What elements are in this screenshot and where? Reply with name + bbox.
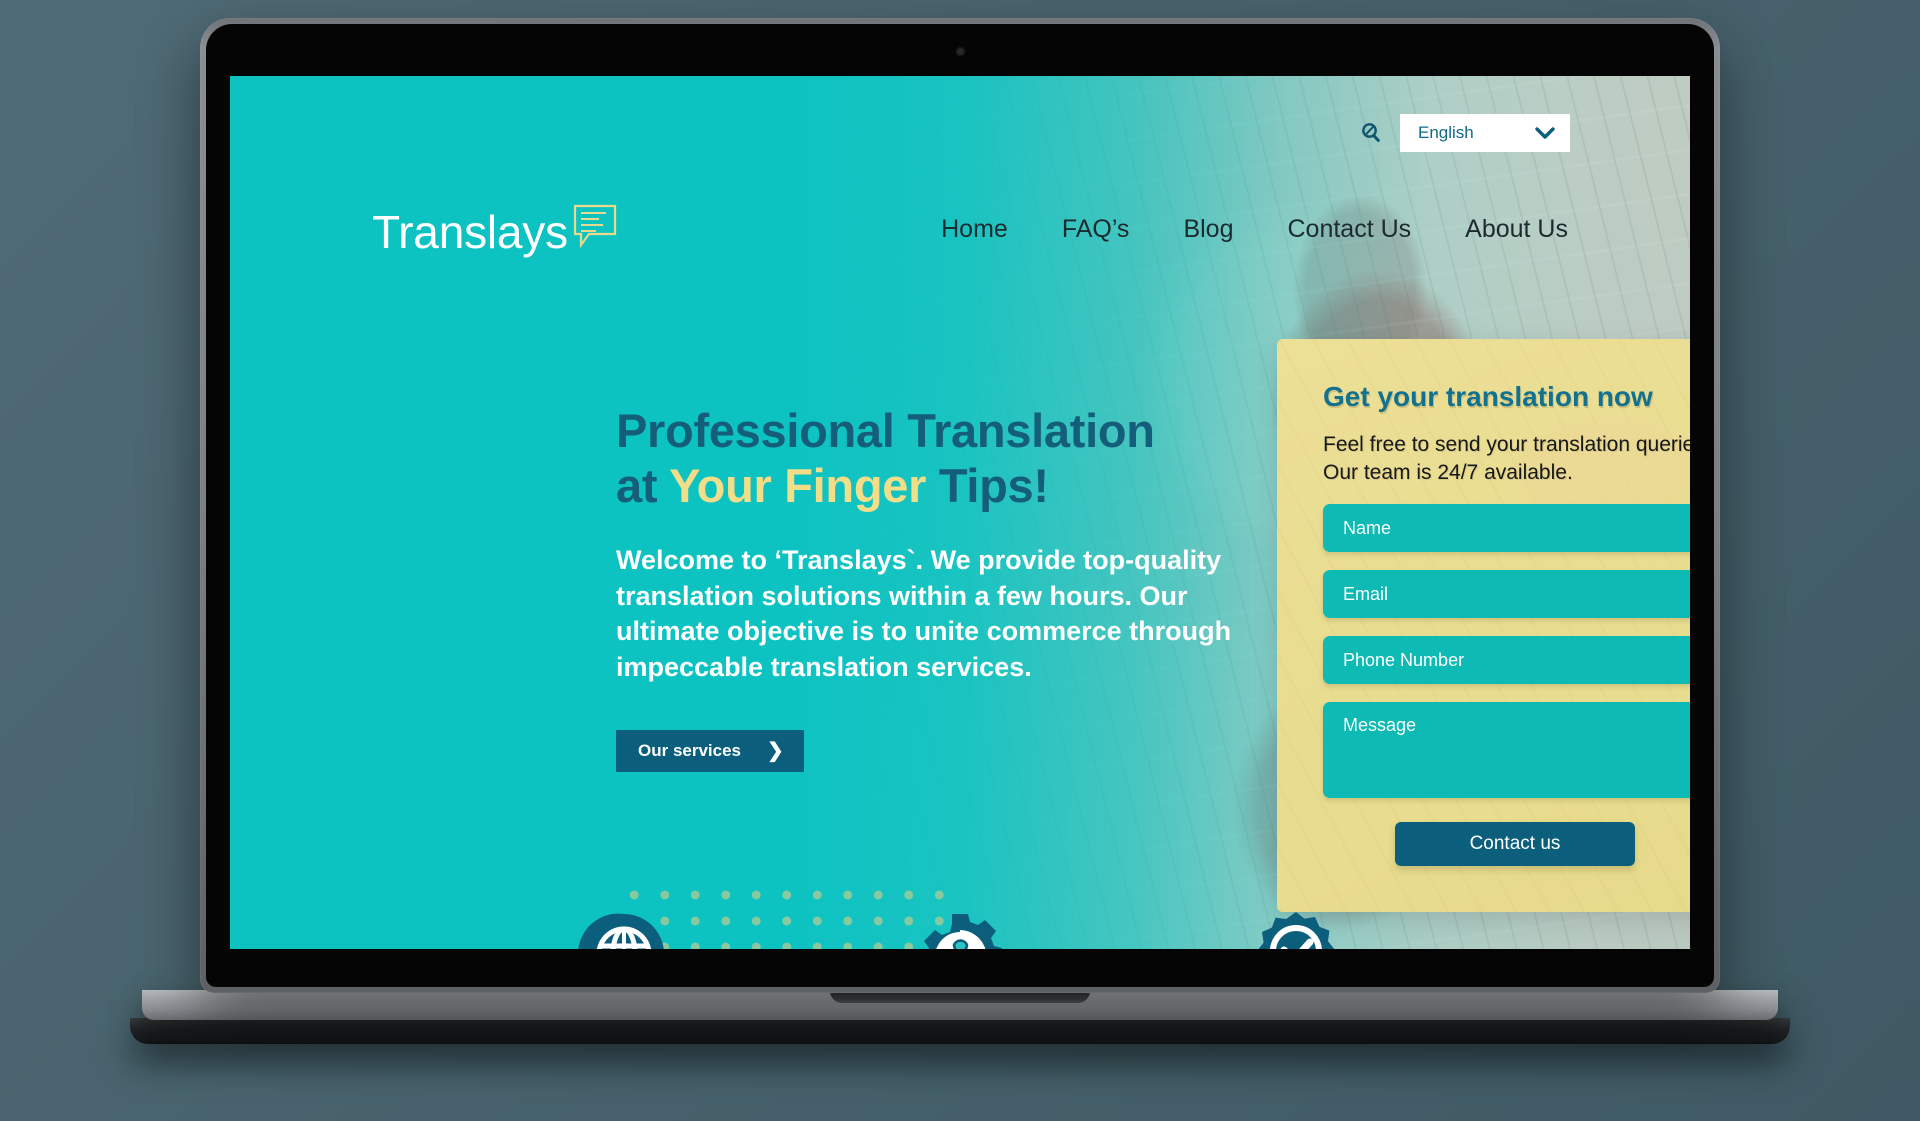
nav-item-home[interactable]: Home xyxy=(941,215,1008,244)
speech-bubble-lines-icon xyxy=(572,204,618,253)
submit-row: Contact us xyxy=(1323,822,1690,867)
hero-body-text: Welcome to ‘Translays`. We provide top-q… xyxy=(616,545,1232,682)
hero-title-line1: Professional Translation xyxy=(616,404,1155,457)
chevron-down-icon xyxy=(1535,127,1555,139)
nav-links: Home FAQ’s Blog Contact Us About Us xyxy=(941,215,1568,244)
hero-section: English Translays Home FAQ’s Blog Contac… xyxy=(230,76,1690,949)
nav-item-about-us[interactable]: About Us xyxy=(1465,215,1568,244)
nav-item-blog[interactable]: Blog xyxy=(1183,215,1233,244)
laptop-lid: English Translays Home FAQ’s Blog Contac… xyxy=(200,18,1720,993)
language-select[interactable]: English xyxy=(1400,114,1570,152)
laptop-bezel: English Translays Home FAQ’s Blog Contac… xyxy=(206,24,1714,987)
our-services-label: Our services xyxy=(638,740,742,760)
gear-lightbulb-network-icon xyxy=(912,910,1008,949)
hero-title-line2-pre: at xyxy=(616,458,670,512)
search-button[interactable] xyxy=(1356,118,1386,148)
utility-bar: English xyxy=(230,110,1690,156)
phone-input[interactable] xyxy=(1323,636,1690,685)
verified-badge-check-icon xyxy=(1248,910,1344,949)
name-input[interactable] xyxy=(1323,504,1690,553)
nav-item-faqs[interactable]: FAQ’s xyxy=(1062,215,1130,244)
message-textarea[interactable] xyxy=(1323,702,1690,799)
search-icon xyxy=(1362,123,1381,143)
laptop-screen: English Translays Home FAQ’s Blog Contac… xyxy=(230,76,1690,949)
language-select-value: English xyxy=(1418,123,1474,142)
hero-title: Professional Translation at Your Finger … xyxy=(616,404,1256,513)
form-subtitle: Feel free to send your translation queri… xyxy=(1323,433,1690,484)
navbar: Translays Home FAQ’s Blog Contact Us Abo… xyxy=(230,194,1690,264)
hero-title-line2-post: Tips! xyxy=(926,458,1049,512)
contact-form-card: Get your translation now Feel free to se… xyxy=(1277,339,1690,912)
chevron-right-icon: ❯ xyxy=(767,739,784,762)
laptop-mockup: English Translays Home FAQ’s Blog Contac… xyxy=(130,18,1790,1044)
contact-us-button[interactable]: Contact us xyxy=(1395,822,1635,867)
laptop-base xyxy=(142,990,1778,1020)
globe-speech-bubble-icon xyxy=(576,910,672,949)
laptop-base-shadow xyxy=(130,1018,1790,1044)
nav-item-contact-us[interactable]: Contact Us xyxy=(1287,215,1411,244)
our-services-button[interactable]: Our services ❯ xyxy=(616,729,804,772)
form-title: Get your translation now xyxy=(1323,381,1653,412)
website-page: English Translays Home FAQ’s Blog Contac… xyxy=(230,76,1690,949)
webcam-icon xyxy=(956,48,964,55)
hero-copy: Professional Translation at Your Finger … xyxy=(616,404,1256,772)
hero-title-accent: Your Finger xyxy=(669,458,927,512)
logo-wordmark: Translays xyxy=(372,205,568,258)
site-logo[interactable]: Translays xyxy=(372,204,618,255)
email-input[interactable] xyxy=(1323,570,1690,619)
